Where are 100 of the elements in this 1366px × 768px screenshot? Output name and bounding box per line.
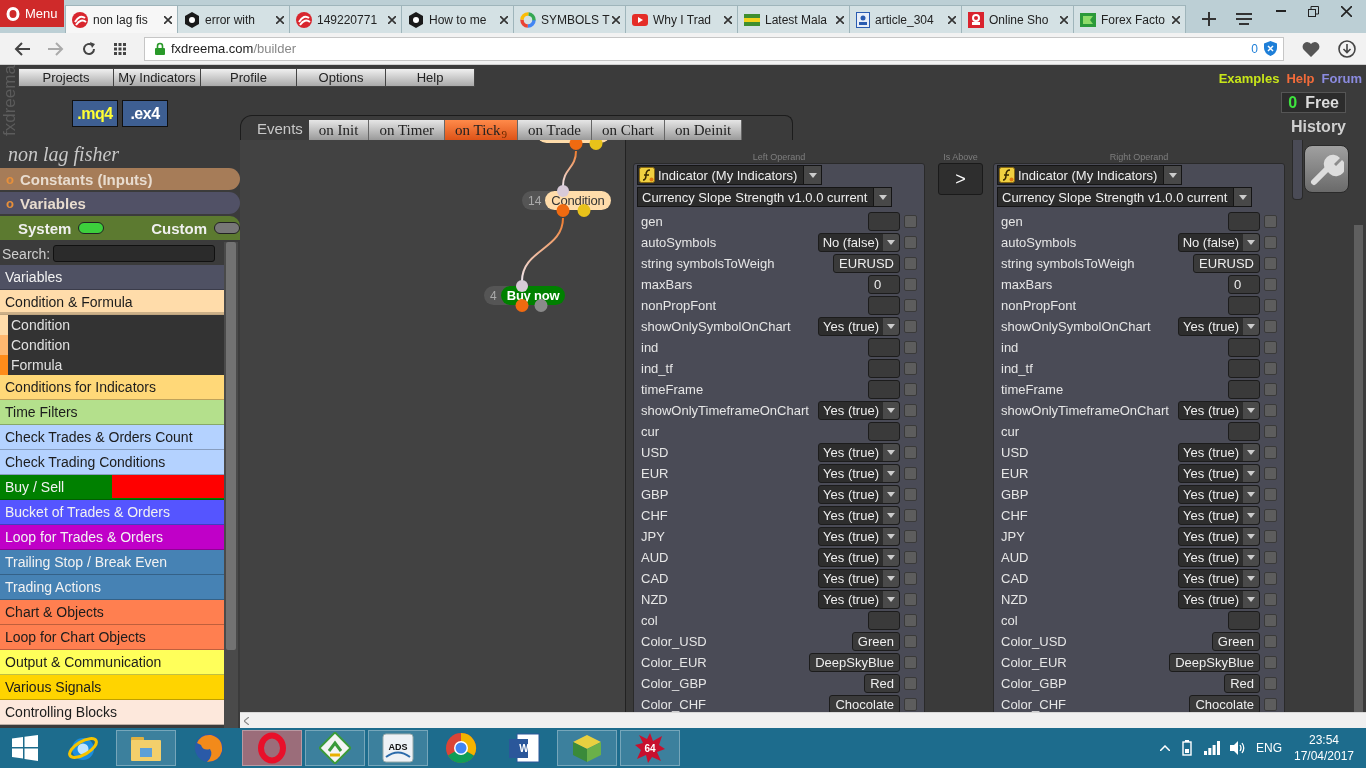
browser-tab[interactable]: How to me: [401, 5, 514, 33]
taskbar-button[interactable]: [305, 730, 365, 766]
value-select[interactable]: Yes (true): [1178, 485, 1260, 504]
value-field[interactable]: Red: [1224, 674, 1260, 693]
event-tab[interactable]: on Init: [308, 120, 370, 140]
close-icon[interactable]: [500, 15, 508, 24]
scrollbar-thumb[interactable]: [1353, 225, 1363, 712]
nav-button[interactable]: My Indicators: [114, 68, 201, 87]
value-select[interactable]: Yes (true): [1178, 401, 1260, 420]
close-icon[interactable]: [1060, 15, 1068, 24]
value-select[interactable]: Yes (true): [1178, 569, 1260, 588]
category-item[interactable]: Variables: [0, 265, 224, 290]
checkbox[interactable]: [904, 593, 917, 606]
lines-icon[interactable]: [1236, 13, 1252, 25]
checkbox[interactable]: [904, 320, 917, 333]
arrow-left-icon[interactable]: [244, 716, 249, 725]
category-item[interactable]: Time Filters: [0, 400, 224, 425]
input-pin-icon[interactable]: [516, 280, 528, 292]
value-select[interactable]: No (false): [817, 233, 900, 252]
checkbox[interactable]: [1264, 614, 1277, 627]
value-select[interactable]: Yes (true): [818, 548, 900, 567]
value-field[interactable]: [868, 212, 900, 231]
checkbox[interactable]: [904, 446, 917, 459]
checkbox[interactable]: [904, 551, 917, 564]
category-item[interactable]: Output & Communication: [0, 650, 224, 675]
event-tab[interactable]: on Deinit: [665, 120, 743, 140]
value-select[interactable]: Yes (true): [1178, 506, 1260, 525]
back-icon[interactable]: [14, 41, 30, 56]
value-select[interactable]: Yes (true): [818, 401, 900, 420]
checkbox[interactable]: [1264, 488, 1277, 501]
language-indicator[interactable]: ENG: [1256, 741, 1282, 755]
value-field[interactable]: 0: [1228, 275, 1260, 294]
checkbox[interactable]: [904, 257, 917, 270]
category-item[interactable]: Bucket of Trades & Orders: [0, 500, 224, 525]
close-icon[interactable]: [724, 15, 732, 24]
checkbox[interactable]: [1264, 425, 1277, 438]
checkbox[interactable]: [904, 404, 917, 417]
chevron-up-icon[interactable]: [1160, 745, 1170, 751]
value-field[interactable]: [868, 422, 900, 441]
tool-button[interactable]: [1304, 145, 1349, 193]
category-item[interactable]: Controlling Blocks: [0, 700, 224, 725]
browser-tab[interactable]: Online Sho: [961, 5, 1074, 33]
checkbox[interactable]: [1264, 509, 1277, 522]
checkbox[interactable]: [1264, 677, 1277, 690]
close-icon[interactable]: [1172, 15, 1180, 24]
browser-tab[interactable]: Latest Mala: [737, 5, 850, 33]
close-icon[interactable]: [164, 15, 172, 24]
checkbox[interactable]: [904, 215, 917, 228]
category-item[interactable]: Trading Actions: [0, 575, 224, 600]
browser-tab[interactable]: 149220771: [289, 5, 402, 33]
plus-icon[interactable]: [1202, 12, 1216, 26]
indicator-dropdown[interactable]: Currency Slope Strength v1.0.0 current: [997, 187, 1253, 207]
section-header[interactable]: o Variables: [0, 192, 240, 214]
checkbox[interactable]: [1264, 299, 1277, 312]
block-item[interactable]: Condition: [0, 315, 224, 335]
value-field[interactable]: [868, 359, 900, 378]
value-field[interactable]: Green: [1211, 632, 1260, 651]
block-item[interactable]: Condition: [0, 335, 224, 355]
value-field[interactable]: [1228, 212, 1260, 231]
checkbox[interactable]: [1264, 572, 1277, 585]
category-item[interactable]: Buy / Sell: [0, 475, 224, 500]
header-link[interactable]: Help: [1286, 71, 1315, 86]
clock-date[interactable]: 17/04/2017: [1293, 749, 1355, 763]
input-pin-icon[interactable]: [557, 185, 569, 197]
checkbox[interactable]: [904, 467, 917, 480]
minimize-icon[interactable]: [1276, 10, 1286, 12]
browser-tab[interactable]: article_304: [849, 5, 962, 33]
checkbox[interactable]: [1264, 698, 1277, 711]
event-tab[interactable]: on Trade: [518, 120, 592, 140]
close-icon[interactable]: [276, 15, 284, 24]
checkbox[interactable]: [904, 278, 917, 291]
toggle-switch[interactable]: [78, 222, 105, 234]
reload-icon[interactable]: [82, 41, 96, 56]
close-icon[interactable]: [836, 15, 844, 24]
value-field[interactable]: EURUSD: [1193, 254, 1260, 273]
free-counter[interactable]: 0 Free: [1281, 92, 1346, 113]
value-field[interactable]: [868, 380, 900, 399]
checkbox[interactable]: [904, 236, 917, 249]
value-field[interactable]: EURUSD: [833, 254, 900, 273]
category-item[interactable]: Various Signals: [0, 675, 224, 700]
value-select[interactable]: Yes (true): [818, 527, 900, 546]
category-item[interactable]: Chart & Objects: [0, 600, 224, 625]
menu-button[interactable]: Menu: [0, 0, 64, 27]
shield-icon[interactable]: [1264, 41, 1277, 56]
checkbox[interactable]: [904, 341, 917, 354]
value-select[interactable]: No (false): [1177, 233, 1260, 252]
value-select[interactable]: Yes (true): [1178, 590, 1260, 609]
clock-time[interactable]: 23:54: [1309, 733, 1339, 747]
event-tab[interactable]: on Chart: [591, 120, 666, 140]
checkbox[interactable]: [1264, 236, 1277, 249]
value-field[interactable]: [868, 611, 900, 630]
download-icon[interactable]: [1338, 39, 1356, 58]
close-icon[interactable]: [388, 15, 396, 24]
value-field[interactable]: Chocolate: [1189, 695, 1260, 712]
value-field[interactable]: [1228, 359, 1260, 378]
checkbox[interactable]: [904, 362, 917, 375]
taskbar-button[interactable]: ADS: [368, 730, 428, 766]
checkbox[interactable]: [904, 383, 917, 396]
taskbar-button[interactable]: W: [494, 730, 554, 766]
checkbox[interactable]: [1264, 341, 1277, 354]
